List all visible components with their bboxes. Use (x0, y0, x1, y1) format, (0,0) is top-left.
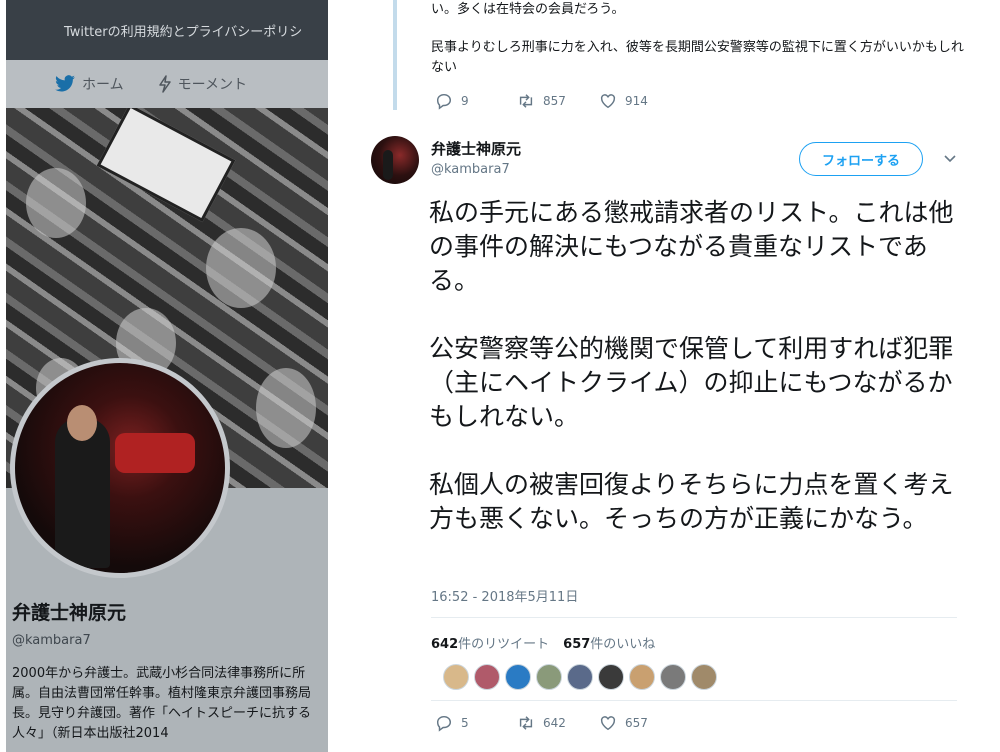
previous-tweet-actions: 9 857 914 (435, 92, 681, 110)
retweet-stat-count: 642 (431, 637, 459, 652)
profile-name[interactable]: 弁護士神原元 (12, 598, 322, 625)
liker-avatar[interactable] (474, 664, 500, 690)
tweet-actions: 5 642 657 (435, 714, 681, 732)
liker-avatar[interactable] (567, 664, 593, 690)
reply-count: 5 (461, 716, 469, 730)
profile-avatar[interactable] (10, 358, 230, 578)
retweet-count: 857 (543, 94, 566, 108)
author-handle[interactable]: @kambara7 (431, 162, 510, 177)
previous-tweet-text: い。多くは在特会の会員だろう。 民事よりむしろ刑事に力を入れ、彼等を長期間公安警… (431, 0, 971, 96)
terms-banner[interactable]: Twitterの利用規約とプライバシーポリシ (6, 0, 328, 60)
retweet-button[interactable]: 642 (517, 714, 599, 732)
tweet-paragraph: 私個人の被害回復よりそちらに力点を置く考え方も悪くない。そっちの方が正義にかなう… (429, 470, 954, 533)
profile-bio: 2000年から弁護士。武蔵小杉合同法律事務所に所属。自由法曹団常任幹事。植村隆東… (12, 666, 312, 741)
reply-button[interactable]: 9 (435, 92, 517, 110)
follow-button[interactable]: フォローする (799, 142, 923, 176)
nav-home-label: ホーム (82, 77, 124, 93)
retweet-stat[interactable]: 642件のリツイート (431, 633, 549, 652)
like-stat-count: 657 (563, 637, 591, 652)
retweet-icon (519, 716, 533, 730)
tweet-stats: 642件のリツイート 657件のいいね (431, 633, 655, 652)
thread-line (393, 0, 397, 110)
liker-avatar[interactable] (691, 664, 717, 690)
heart-icon (600, 716, 616, 731)
divider (431, 617, 957, 618)
reply-icon (436, 715, 452, 732)
reply-button[interactable]: 5 (435, 714, 517, 732)
profile-column: Twitterの利用規約とプライバシーポリシ ホーム モーメント 弁護士神原元 … (6, 0, 328, 752)
terms-text[interactable]: Twitterの利用規約とプライバシーポリシ (64, 21, 302, 40)
twitter-bird-icon (55, 75, 75, 92)
heart-icon (600, 94, 616, 109)
tweet-paragraph: 公安警察等公的機関で保管して利用すれば犯罪（主にヘイトクライム）の抑止にもつなが… (429, 334, 954, 431)
author-name[interactable]: 弁護士神原元 (431, 138, 521, 159)
tweet-header: 弁護士神原元 @kambara7 フォローする (371, 134, 963, 190)
tweet-text: 私の手元にある懲戒請求者のリスト。これは他の事件の解決にもつながる貴重なリストで… (429, 196, 969, 570)
like-button[interactable]: 914 (599, 92, 681, 110)
tweet-timestamp[interactable]: 16:52 - 2018年5月11日 (431, 586, 578, 605)
like-count: 914 (625, 94, 648, 108)
like-stat-label: 件のいいね (590, 637, 656, 652)
like-count: 657 (625, 716, 648, 730)
tweet-paragraph: 私の手元にある懲戒請求者のリスト。これは他の事件の解決にもつながる貴重なリストで… (429, 198, 954, 295)
liker-avatar[interactable] (660, 664, 686, 690)
reply-count: 9 (461, 94, 469, 108)
divider (431, 700, 957, 701)
liker-avatar[interactable] (629, 664, 655, 690)
tweet-column: い。多くは在特会の会員だろう。 民事よりむしろ刑事に力を入れ、彼等を長期間公安警… (371, 0, 993, 752)
like-stat[interactable]: 657件のいいね (563, 633, 655, 652)
nav-moments[interactable]: モーメント (158, 74, 247, 94)
profile-info: 弁護士神原元 @kambara7 2000年から弁護士。武蔵小杉合同法律事務所に… (6, 598, 328, 744)
liker-avatar[interactable] (598, 664, 624, 690)
previous-tweet-line: い。多くは在特会の会員だろう。 (431, 2, 625, 17)
nav-moments-label: モーメント (177, 77, 248, 93)
retweet-stat-label: 件のリツイート (458, 637, 550, 652)
profile-handle[interactable]: @kambara7 (12, 633, 322, 648)
retweet-count: 642 (543, 716, 566, 730)
liker-avatar[interactable] (536, 664, 562, 690)
nav-bar: ホーム モーメント (6, 60, 328, 108)
liker-avatars (443, 664, 717, 690)
reply-icon (436, 93, 452, 110)
chevron-down-icon[interactable] (943, 152, 957, 166)
nav-home[interactable]: ホーム (54, 74, 124, 94)
author-avatar[interactable] (371, 136, 419, 184)
previous-tweet-line: 民事よりむしろ刑事に力を入れ、彼等を長期間公安警察等の監視下に置く方がいいかもし… (431, 40, 964, 75)
retweet-icon (519, 94, 533, 108)
lightning-icon (158, 75, 171, 93)
like-button[interactable]: 657 (599, 714, 681, 732)
liker-avatar[interactable] (443, 664, 469, 690)
retweet-button[interactable]: 857 (517, 92, 599, 110)
liker-avatar[interactable] (505, 664, 531, 690)
